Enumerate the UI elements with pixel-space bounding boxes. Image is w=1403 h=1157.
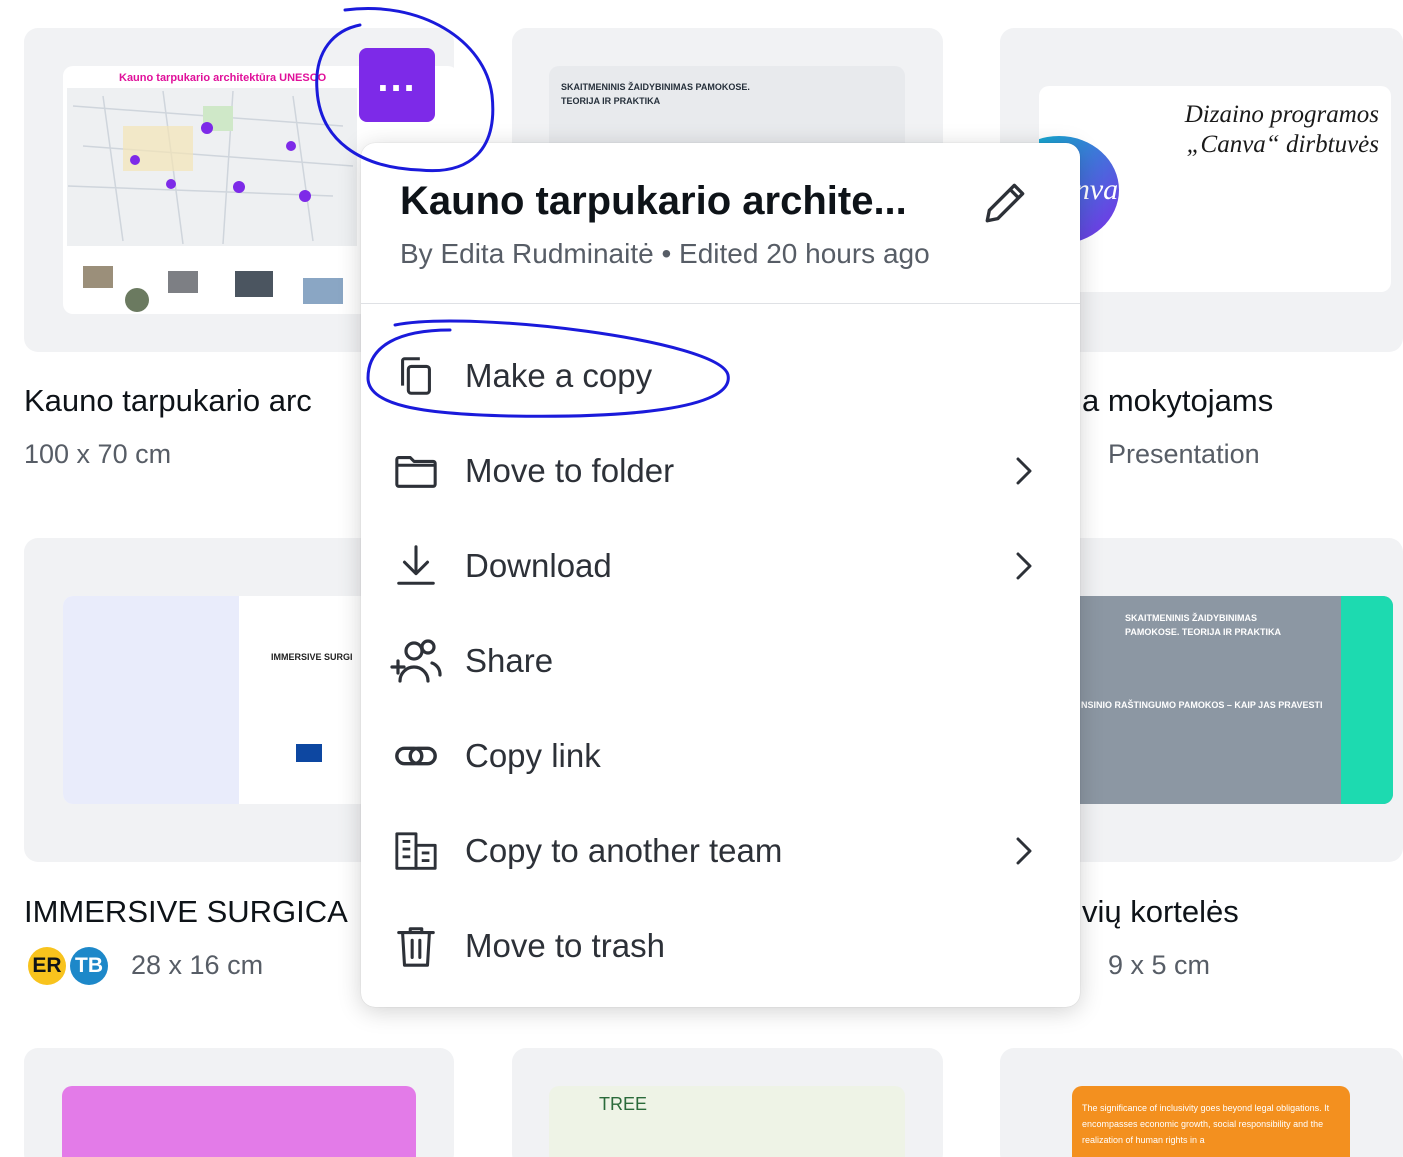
pencil-icon[interactable]: [981, 177, 1031, 227]
menu-design-title: Kauno tarpukario archite...: [400, 179, 907, 223]
chevron-right-icon: [1016, 837, 1032, 865]
thumb-heading: Dizaino programos „Canva“ dirbtuvės: [1184, 101, 1379, 158]
context-menu: Kauno tarpukario archite... By Edita Rud…: [361, 143, 1080, 1007]
thumb-right-strip: [1341, 596, 1393, 804]
design-meta: Presentation: [1108, 439, 1260, 469]
copy-icon: [389, 349, 443, 403]
thumb-heading: The significance of inclusivity goes bey…: [1082, 1103, 1330, 1146]
design-meta: 100 x 70 cm: [24, 439, 172, 469]
menu-item-label: Make a copy: [465, 357, 653, 394]
menu-item-copy-team[interactable]: Copy to another team: [361, 806, 1080, 896]
share-icon: [389, 634, 443, 688]
menu-item-label: Copy link: [465, 737, 601, 774]
team-icon: [389, 824, 443, 878]
eu-flag-icon: [296, 744, 322, 762]
menu-divider: [361, 303, 1080, 304]
folder-icon: [389, 444, 443, 498]
menu-item-label: Move to folder: [465, 452, 675, 489]
menu-item-download[interactable]: Download: [361, 521, 1080, 611]
design-card-9[interactable]: The significance of inclusivity goes bey…: [1000, 1048, 1403, 1157]
thumb-left-panel: [63, 596, 239, 804]
design-meta: 9 x 5 cm: [1108, 950, 1211, 980]
more-options-button[interactable]: ...: [359, 48, 435, 122]
thumb-heading: SKAITMENINIS ŽAIDYBINIMAS PAMOKOSE. TEOR…: [1125, 613, 1282, 637]
chevron-right-icon: [1016, 457, 1032, 485]
thumb-heading: IMMERSIVE SURGI: [271, 652, 353, 662]
menu-item-make-copy[interactable]: Make a copy: [361, 331, 1080, 421]
menu-item-move-trash[interactable]: Move to trash: [361, 901, 1080, 991]
menu-item-share[interactable]: Share: [361, 616, 1080, 706]
design-thumbnail: [62, 1086, 416, 1157]
design-thumbnail: Dizaino programos „Canva“ dirbtuvės Canv…: [1039, 86, 1391, 292]
menu-item-label: Move to trash: [465, 927, 665, 964]
chevron-right-icon: [1016, 552, 1032, 580]
design-title[interactable]: vių kortelės: [1082, 894, 1239, 930]
menu-design-subtitle: By Edita Rudminaitė • Edited 20 hours ag…: [400, 238, 930, 269]
avatar: TB: [70, 947, 108, 985]
menu-item-label: Download: [465, 547, 612, 584]
thumb-sub: NSINIO RAŠTINGUMO PAMOKOS – KAIP JAS PRA…: [1081, 700, 1323, 710]
design-title[interactable]: IMMERSIVE SURGICA: [24, 894, 348, 930]
menu-item-label: Copy to another team: [465, 832, 783, 869]
design-thumbnail: SKAITMENINIS ŽAIDYBINIMAS PAMOKOSE. TEOR…: [1039, 596, 1393, 804]
design-title[interactable]: Kauno tarpukario arc: [24, 383, 312, 419]
thumb-heading: SKAITMENINIS ŽAIDYBINIMAS PAMOKOSE. TEOR…: [561, 82, 750, 107]
thumb-heading: TREE: [599, 1094, 648, 1114]
design-card-7[interactable]: [24, 1048, 454, 1157]
menu-item-copy-link[interactable]: Copy link: [361, 711, 1080, 801]
design-card-8[interactable]: TREE: [512, 1048, 943, 1157]
design-title[interactable]: a mokytojams: [1082, 383, 1273, 419]
design-meta: 28 x 16 cm: [131, 950, 264, 980]
menu-item-label: Share: [465, 642, 554, 679]
menu-item-move-folder[interactable]: Move to folder: [361, 426, 1080, 516]
avatar: ER: [28, 947, 66, 985]
link-icon: [389, 729, 443, 783]
design-thumbnail: TREE: [549, 1086, 905, 1157]
download-icon: [389, 539, 443, 593]
design-thumbnail: The significance of inclusivity goes bey…: [1072, 1086, 1350, 1157]
trash-icon: [389, 919, 443, 973]
